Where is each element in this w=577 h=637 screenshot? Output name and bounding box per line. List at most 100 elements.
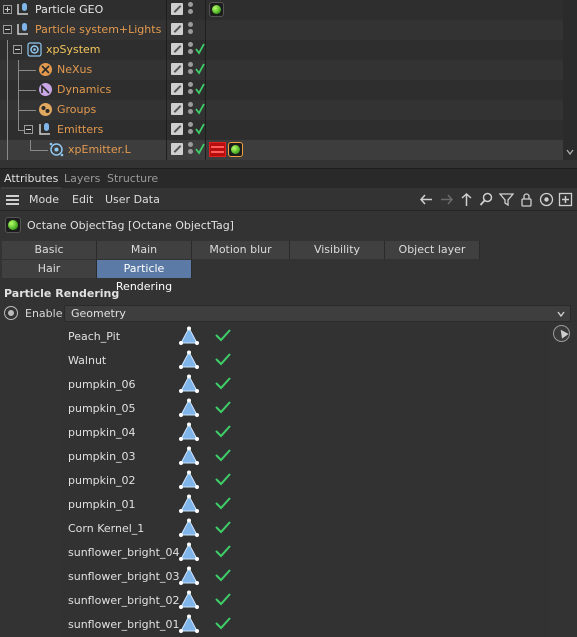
enabled-check-icon[interactable] xyxy=(214,400,232,414)
scroll-down-icon[interactable] xyxy=(566,148,574,156)
enabled-check-icon[interactable] xyxy=(214,496,232,510)
enabled-check-icon[interactable] xyxy=(195,143,205,155)
editor-visibility-toggle[interactable] xyxy=(171,23,183,35)
target-icon[interactable] xyxy=(539,192,554,207)
object-name: Dynamics xyxy=(57,83,112,96)
expand-icon[interactable] xyxy=(3,5,12,14)
list-item[interactable]: sunflower_bright_02 xyxy=(62,588,549,612)
editor-visibility-toggle[interactable] xyxy=(171,63,183,75)
chevron-down-icon xyxy=(557,311,565,318)
nexus-icon xyxy=(39,63,52,76)
render-visibility-dots[interactable] xyxy=(188,82,193,97)
search-icon[interactable] xyxy=(479,192,494,207)
collapse-icon[interactable] xyxy=(3,25,12,34)
enabled-check-icon[interactable] xyxy=(195,123,205,135)
tab-hair[interactable]: Hair xyxy=(2,260,97,278)
enabled-check-icon[interactable] xyxy=(214,448,232,462)
object-row-emitters[interactable]: Emitters xyxy=(0,120,563,140)
geometry-object-list[interactable]: Peach_Pit Walnut pumpkin_06 pumpkin_05 p… xyxy=(62,324,549,637)
editor-visibility-toggle[interactable] xyxy=(171,143,183,155)
tab-layers[interactable]: Layers xyxy=(64,172,100,185)
null-object-icon xyxy=(17,3,28,15)
object-row-xpemitter-l[interactable]: xpEmitter.L xyxy=(0,140,563,160)
editor-visibility-toggle[interactable] xyxy=(171,3,183,15)
enabled-check-icon[interactable] xyxy=(214,592,232,606)
back-arrow-icon[interactable] xyxy=(419,192,434,207)
tab-motion-blur[interactable]: Motion blur xyxy=(192,241,290,259)
list-item-name: pumpkin_01 xyxy=(68,498,136,511)
collapse-icon[interactable] xyxy=(13,45,22,54)
list-item[interactable]: pumpkin_06 xyxy=(62,372,549,396)
object-manager-scrollbar[interactable] xyxy=(563,0,577,160)
list-item[interactable]: sunflower_bright_03 xyxy=(62,564,549,588)
render-visibility-dots[interactable] xyxy=(188,42,193,57)
enabled-check-icon[interactable] xyxy=(195,103,205,115)
manager-tabs: Attributes Layers Structure xyxy=(0,168,577,189)
render-visibility-dots[interactable] xyxy=(188,2,193,17)
editor-visibility-toggle[interactable] xyxy=(171,83,183,95)
enabled-check-icon[interactable] xyxy=(214,352,232,366)
tab-main[interactable]: Main xyxy=(97,241,192,259)
editor-visibility-toggle[interactable] xyxy=(171,103,183,115)
polygon-object-icon xyxy=(179,422,199,441)
list-item[interactable]: sunflower_bright_04 xyxy=(62,540,549,564)
editor-visibility-toggle[interactable] xyxy=(171,43,183,55)
filter-icon[interactable] xyxy=(499,192,514,207)
list-item[interactable]: pumpkin_01 xyxy=(62,492,549,516)
up-arrow-icon[interactable] xyxy=(459,192,474,207)
pick-object-button[interactable] xyxy=(553,325,570,342)
enabled-check-icon[interactable] xyxy=(214,472,232,486)
list-item[interactable]: pumpkin_04 xyxy=(62,420,549,444)
list-item[interactable]: pumpkin_03 xyxy=(62,444,549,468)
enabled-check-icon[interactable] xyxy=(195,63,205,75)
object-row-nexus[interactable]: NeXus xyxy=(0,60,563,80)
groups-icon xyxy=(39,103,52,116)
enabled-check-icon[interactable] xyxy=(195,43,205,55)
list-item[interactable]: Peach_Pit xyxy=(62,324,549,348)
enabled-check-icon[interactable] xyxy=(214,520,232,534)
object-row-xpsystem[interactable]: xpSystem xyxy=(0,40,563,60)
enabled-check-icon[interactable] xyxy=(214,568,232,582)
menu-user-data[interactable]: User Data xyxy=(105,193,160,206)
tab-basic[interactable]: Basic xyxy=(2,241,97,259)
forward-arrow-icon[interactable] xyxy=(439,192,454,207)
editor-visibility-toggle[interactable] xyxy=(171,123,183,135)
octane-object-tag-icon[interactable] xyxy=(209,2,224,17)
particle-mode-dropdown[interactable]: Geometry xyxy=(64,305,571,322)
list-item[interactable]: pumpkin_05 xyxy=(62,396,549,420)
enabled-check-icon[interactable] xyxy=(214,616,232,630)
enabled-check-icon[interactable] xyxy=(195,83,205,95)
object-row-dynamics[interactable]: Dynamics xyxy=(0,80,563,100)
list-item[interactable]: sunflower_bright_01 xyxy=(62,612,549,636)
enabled-check-icon[interactable] xyxy=(214,424,232,438)
collapse-icon[interactable] xyxy=(24,125,33,134)
list-item[interactable]: Walnut xyxy=(62,348,549,372)
new-panel-icon[interactable] xyxy=(558,192,573,207)
menu-mode[interactable]: Mode xyxy=(29,193,59,206)
hamburger-menu-icon[interactable] xyxy=(6,195,19,205)
render-visibility-dots[interactable] xyxy=(188,142,193,157)
render-visibility-dots[interactable] xyxy=(188,102,193,117)
render-visibility-dots[interactable] xyxy=(188,122,193,137)
list-item[interactable]: pumpkin_02 xyxy=(62,468,549,492)
enabled-check-icon[interactable] xyxy=(214,544,232,558)
tab-attributes[interactable]: Attributes xyxy=(0,172,62,189)
xp-tag-icon[interactable] xyxy=(209,142,226,157)
object-row-groups[interactable]: Groups xyxy=(0,100,563,120)
render-visibility-dots[interactable] xyxy=(188,62,193,77)
render-visibility-dots[interactable] xyxy=(188,22,193,37)
list-item[interactable]: Corn Kernel_1 xyxy=(62,516,549,540)
menu-edit[interactable]: Edit xyxy=(72,193,93,206)
enabled-check-icon[interactable] xyxy=(214,376,232,390)
animation-keyframe-radio[interactable] xyxy=(4,306,18,320)
object-name: Emitters xyxy=(57,123,104,136)
octane-object-tag-icon[interactable] xyxy=(228,142,243,157)
enabled-check-icon[interactable] xyxy=(214,328,232,342)
lock-icon[interactable] xyxy=(519,192,534,207)
object-row-particle-system-lights[interactable]: Particle system+Lights xyxy=(0,20,563,40)
object-row-particle-geo[interactable]: Particle GEO xyxy=(0,0,563,20)
tab-particle-rendering[interactable]: Particle Rendering xyxy=(97,260,192,293)
tab-object-layer[interactable]: Object layer xyxy=(385,241,480,259)
tab-structure[interactable]: Structure xyxy=(107,172,158,185)
tab-visibility[interactable]: Visibility xyxy=(290,241,385,259)
